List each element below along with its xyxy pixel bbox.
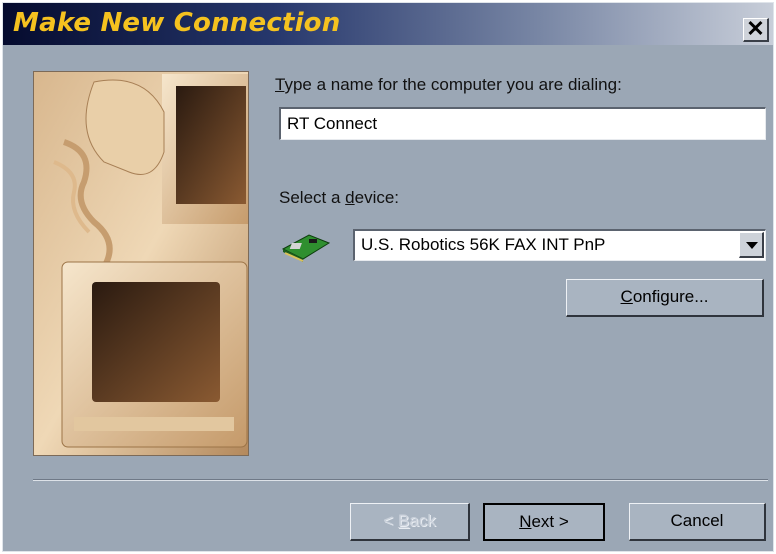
title-bar[interactable]: Make New Connection ✕: [3, 3, 773, 45]
computer-name-input[interactable]: [279, 107, 766, 140]
device-label: Select a device:: [279, 188, 400, 207]
device-select-value: U.S. Robotics 56K FAX INT PnP: [361, 235, 606, 254]
modem-icon: [279, 229, 333, 263]
next-button[interactable]: Next >: [483, 503, 605, 541]
close-button[interactable]: ✕: [743, 18, 769, 42]
cancel-button[interactable]: Cancel: [629, 503, 766, 541]
configure-button[interactable]: Configure...: [566, 279, 764, 317]
close-icon: ✕: [746, 16, 765, 41]
computer-phone-illustration: [33, 71, 249, 456]
computer-name-label: Type a name for the computer you are dia…: [275, 75, 622, 94]
chevron-down-icon: [746, 242, 758, 249]
dropdown-button[interactable]: [739, 232, 764, 258]
separator: [33, 479, 768, 481]
dialog-title: Make New Connection: [13, 8, 341, 38]
back-button[interactable]: < Back: [350, 503, 470, 541]
device-select[interactable]: U.S. Robotics 56K FAX INT PnP: [353, 229, 766, 261]
make-new-connection-dialog: Make New Connection ✕ Type a name for th…: [2, 2, 774, 552]
